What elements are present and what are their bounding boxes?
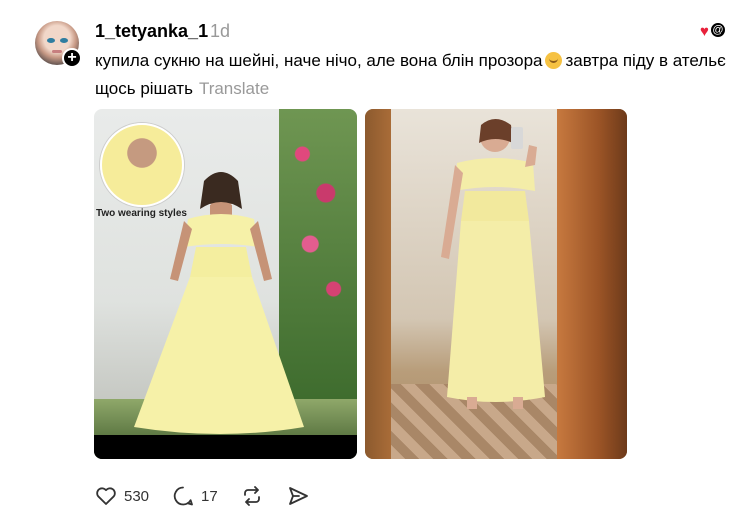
avatar[interactable]: + (35, 21, 82, 68)
comment-icon (173, 486, 193, 506)
product-photo[interactable]: Two wearing styles (94, 109, 357, 459)
mirror-frame-left (365, 109, 391, 459)
translate-link[interactable]: Translate (199, 79, 269, 98)
inset-label: Two wearing styles (96, 208, 187, 219)
reply-button[interactable]: 17 (171, 484, 218, 508)
action-bar: 530 17 (94, 484, 332, 508)
post-text-part-1: купила сукню на шейні, наче нічо, але во… (95, 51, 543, 70)
heart-outline-icon (96, 487, 116, 505)
mirror-frame-right (557, 109, 627, 459)
reply-count: 17 (201, 487, 218, 505)
reaction-summary[interactable]: ♥ @ (700, 21, 730, 41)
post-time[interactable]: 1d (210, 21, 230, 42)
threads-logo-icon: @ (709, 21, 727, 39)
like-count: 530 (124, 487, 150, 505)
repost-icon (243, 486, 260, 506)
yellow-dress-selfie (441, 119, 545, 409)
follow-plus-icon[interactable]: + (62, 48, 82, 68)
username[interactable]: 1_tetyanka_1 (95, 21, 208, 42)
inset-circle-photo (100, 123, 184, 207)
post-text: купила сукню на шейні, наче нічо, але во… (95, 47, 740, 103)
heart-icon: ♥ (700, 23, 709, 40)
like-button[interactable]: 530 (94, 484, 149, 508)
repost-button[interactable] (240, 484, 264, 508)
face-with-hand-over-mouth-emoji-icon (544, 52, 562, 69)
mirror-selfie-photo[interactable] (365, 109, 627, 459)
share-button[interactable] (286, 484, 310, 508)
share-icon (288, 487, 308, 505)
